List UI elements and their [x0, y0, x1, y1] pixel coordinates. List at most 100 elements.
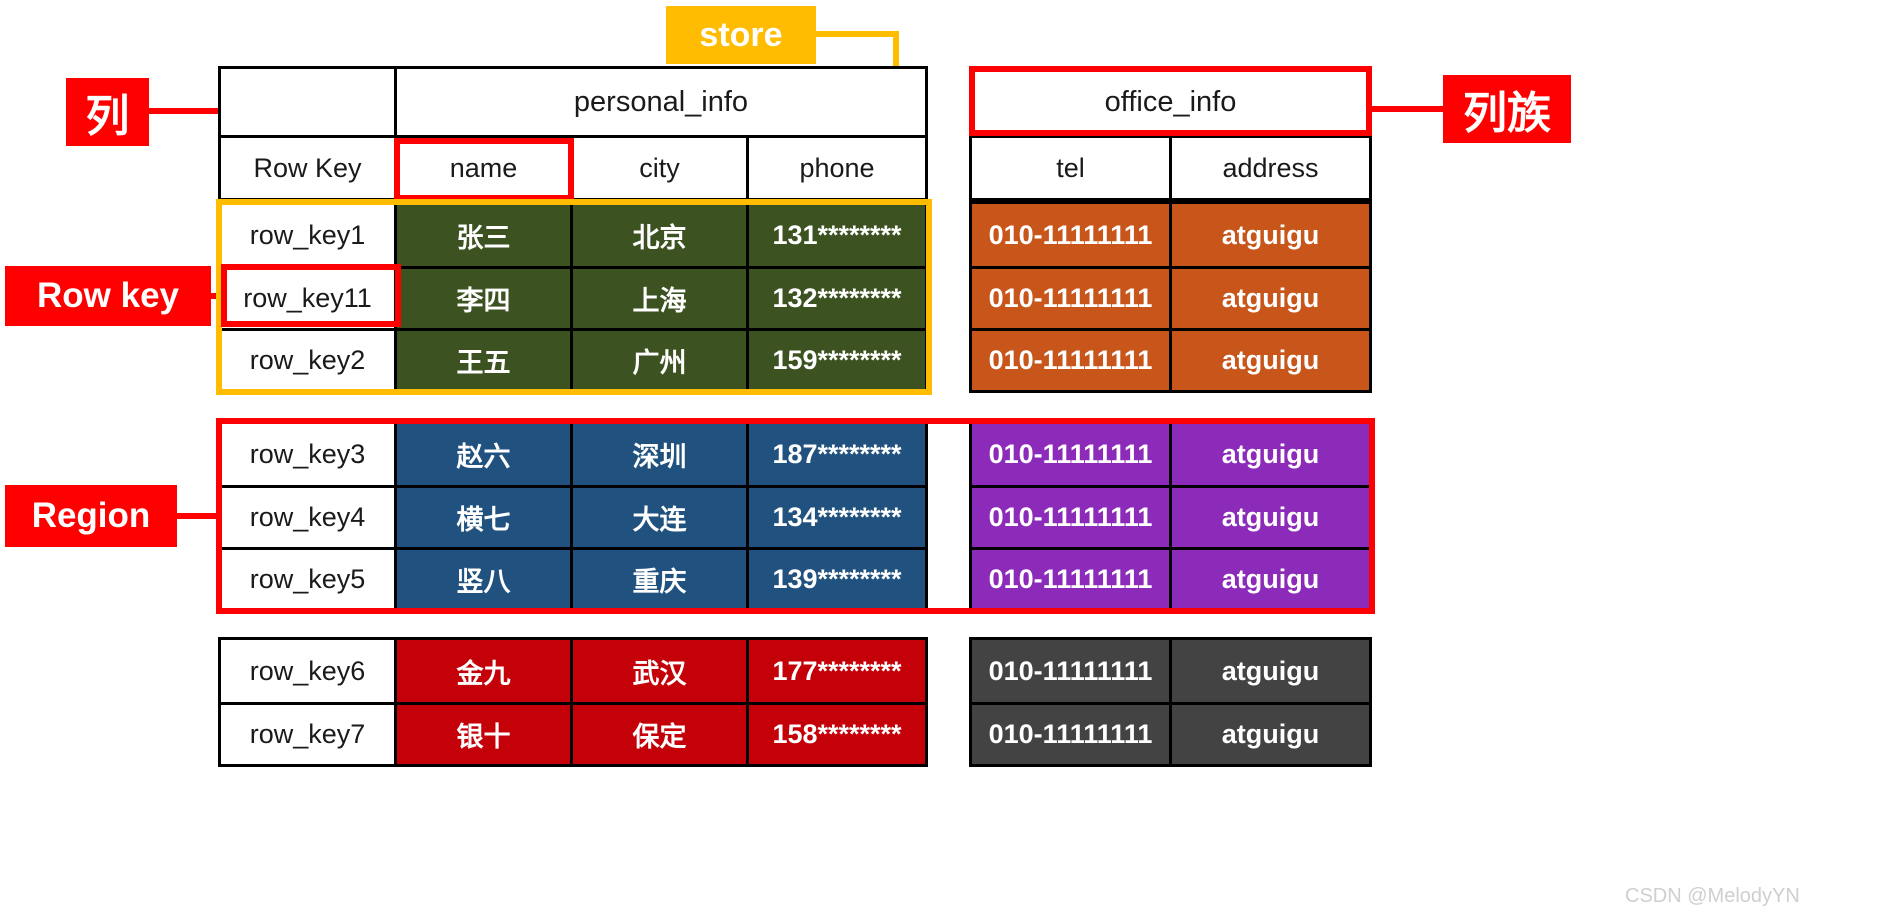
phone-text: 134******** [772, 502, 902, 532]
city-text: 大连 [632, 505, 687, 535]
tel-text: 010-11111111 [988, 502, 1153, 532]
rowkey-text: row_key1 [249, 219, 366, 250]
group-2-row-2-address: atguigu [1172, 550, 1369, 609]
group-3-office-table: 010-11111111 atguigu 010-11111111 atguig… [969, 637, 1372, 767]
group-2-row-0-tel: 010-11111111 [972, 423, 1172, 485]
row-key-annotation-label: Row key [37, 276, 179, 315]
group-2-row-0-rowkey: row_key3 [221, 423, 397, 485]
city-text: 上海 [632, 286, 687, 316]
tel-text: 010-11111111 [988, 719, 1153, 749]
group-1-row-0-name: 张三 [397, 204, 573, 266]
rowkey-text: row_key3 [249, 438, 366, 469]
header-address-text: address [1222, 152, 1319, 183]
name-text: 王五 [456, 348, 511, 378]
watermark-text: CSDN @MelodyYN [1625, 885, 1800, 908]
group-1-row-1-tel: 010-11111111 [972, 269, 1172, 328]
group-1-row-0-rowkey: row_key1 [221, 204, 397, 266]
city-text: 武汉 [632, 658, 687, 689]
group-2-row-0-address: atguigu [1172, 423, 1369, 485]
group-2-row-1-phone: 134******** [749, 488, 925, 547]
name-text: 横七 [456, 505, 511, 535]
tel-text: 010-11111111 [988, 438, 1153, 469]
tel-text: 010-11111111 [988, 564, 1153, 594]
personal-info-family-label: personal_info [397, 69, 925, 135]
group-1-row-1-name: 李四 [397, 269, 573, 328]
group-2-row-0-name: 赵六 [397, 423, 573, 485]
group-3-row-1-phone: 158******** [749, 705, 925, 764]
header-phone-text: phone [799, 152, 875, 183]
group-1-office-table: 010-11111111 atguigu 010-11111111 atguig… [969, 201, 1372, 393]
address-text: atguigu [1221, 564, 1320, 594]
tel-text: 010-11111111 [988, 219, 1153, 250]
group-1-row-2-phone: 159******** [749, 331, 925, 390]
personal-info-empty-corner [221, 69, 397, 135]
store-annotation-label: store [699, 15, 783, 54]
group-3-row-1-rowkey: row_key7 [221, 705, 397, 764]
name-text: 金九 [456, 658, 511, 689]
tel-text: 010-11111111 [988, 655, 1153, 686]
column-annotation-tag: 列 [66, 78, 149, 146]
group-1-personal-table: row_key1 张三 北京 131******** row_key11 李四 … [218, 201, 928, 393]
phone-text: 177******** [772, 655, 902, 686]
personal-info-header-table: personal_info Row Key name city phone [218, 66, 928, 201]
group-2-row-1-rowkey: row_key4 [221, 488, 397, 547]
phone-text: 132******** [772, 283, 902, 313]
group-2-row-0-city: 深圳 [573, 423, 749, 485]
phone-text: 159******** [772, 345, 902, 375]
name-text: 赵六 [456, 441, 511, 472]
header-phone: phone [749, 138, 925, 198]
name-text: 张三 [456, 222, 511, 253]
name-text: 竖八 [456, 567, 511, 597]
header-city: city [573, 138, 749, 198]
city-text: 深圳 [632, 441, 687, 472]
region-leader [177, 513, 222, 519]
region-annotation-tag: Region [5, 485, 177, 547]
address-text: atguigu [1221, 502, 1320, 532]
group-3-row-1-address: atguigu [1172, 705, 1369, 764]
region-annotation-label: Region [31, 496, 151, 535]
group-3-row-1-name: 银十 [397, 705, 573, 764]
group-1-row-0-phone: 131******** [749, 204, 925, 266]
group-2-row-2-city: 重庆 [573, 550, 749, 609]
name-text: 银十 [456, 722, 511, 752]
group-2-row-1-tel: 010-11111111 [972, 488, 1172, 547]
rowkey-text: row_key7 [249, 719, 366, 749]
office-info-family-text: office_info [1104, 85, 1237, 118]
group-2-row-1-city: 大连 [573, 488, 749, 547]
header-row-key-text: Row Key [253, 152, 362, 183]
name-text: 李四 [456, 286, 511, 316]
rowkey-text: row_key5 [249, 564, 366, 594]
header-tel: tel [972, 138, 1172, 198]
group-3-row-0-address: atguigu [1172, 640, 1369, 702]
group-1-row-0-city: 北京 [573, 204, 749, 266]
city-text: 重庆 [632, 567, 687, 597]
group-2-row-1-address: atguigu [1172, 488, 1369, 547]
header-name: name [397, 138, 573, 198]
group-3-row-0-city: 武汉 [573, 640, 749, 702]
header-city-text: city [639, 152, 680, 183]
header-row-key: Row Key [221, 138, 397, 198]
group-1-row-1-city: 上海 [573, 269, 749, 328]
tel-text: 010-11111111 [988, 345, 1153, 375]
phone-text: 158******** [772, 719, 902, 749]
personal-info-family-text: personal_info [573, 85, 749, 118]
tel-text: 010-11111111 [988, 283, 1153, 313]
address-text: atguigu [1221, 719, 1320, 749]
group-1-row-2-tel: 010-11111111 [972, 331, 1172, 390]
column-family-annotation-label: 列族 [1463, 88, 1551, 139]
group-3-row-0-tel: 010-11111111 [972, 640, 1172, 702]
phone-text: 187******** [772, 438, 902, 469]
group-3-personal-table: row_key6 金九 武汉 177******** row_key7 银十 保… [218, 637, 928, 767]
group-1-row-2-rowkey: row_key2 [221, 331, 397, 390]
group-1-row-1-rowkey: row_key11 [221, 269, 397, 328]
group-2-row-0-phone: 187******** [749, 423, 925, 485]
column-annotation-label: 列 [85, 91, 130, 142]
rowkey-text: row_key2 [249, 345, 366, 375]
group-2-row-2-rowkey: row_key5 [221, 550, 397, 609]
header-tel-text: tel [1056, 152, 1085, 183]
group-3-row-0-name: 金九 [397, 640, 573, 702]
store-leader-horizontal [816, 31, 899, 37]
address-text: atguigu [1221, 438, 1320, 469]
group-1-row-0-tel: 010-11111111 [972, 204, 1172, 266]
group-3-row-1-city: 保定 [573, 705, 749, 764]
